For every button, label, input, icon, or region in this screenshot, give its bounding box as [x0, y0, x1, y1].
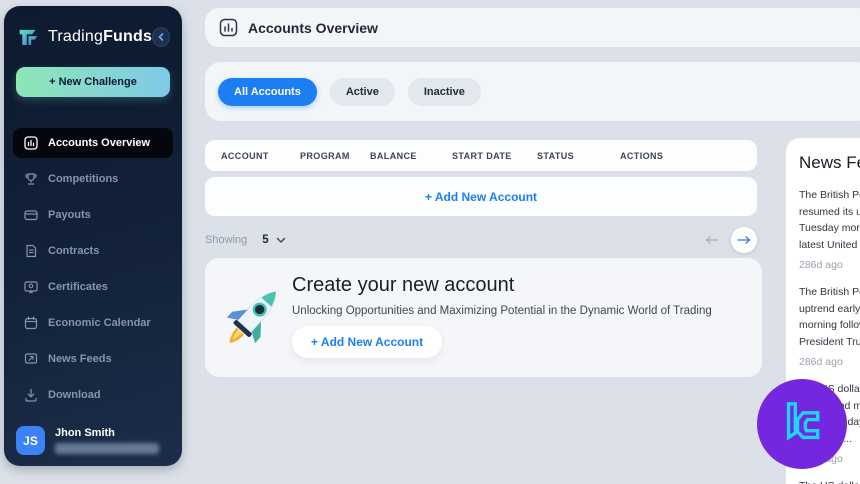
sidebar-item-accounts-overview[interactable]: Accounts Overview [13, 128, 173, 158]
column-start-date: START DATE [452, 151, 537, 161]
tab-all-accounts[interactable]: All Accounts [218, 78, 317, 106]
cta-subtitle: Unlocking Opportunities and Maximizing P… [292, 305, 712, 317]
tab-active[interactable]: Active [330, 78, 395, 106]
accounts-table-header: ACCOUNT PROGRAM BALANCE START DATE STATU… [205, 140, 757, 171]
sidebar-item-label: Accounts Overview [48, 137, 150, 149]
rocket-illustration [222, 279, 284, 355]
page-header: Accounts Overview [205, 8, 860, 47]
app-window: TradingFunds + New Challenge Accounts Ov… [0, 0, 860, 484]
accounts-overview-icon [219, 18, 238, 37]
bar-chart-icon [24, 136, 38, 150]
news-item: The British Pound resumed its uptrend Tu… [799, 187, 860, 271]
sidebar-item-label: Competitions [48, 173, 118, 185]
sidebar-item-competitions[interactable]: Competitions [13, 164, 173, 194]
sidebar-item-label: Download [48, 389, 101, 401]
news-icon [24, 352, 38, 366]
sidebar-item-economic-calendar[interactable]: Economic Calendar [13, 308, 173, 338]
page-size-dropdown[interactable]: 5 [262, 234, 285, 246]
sidebar-item-label: Certificates [48, 281, 108, 293]
column-program: PROGRAM [300, 151, 370, 161]
pagination-bar: Showing 5 [205, 227, 757, 253]
chevron-down-icon [276, 237, 286, 244]
sidebar-item-certificates[interactable]: Certificates [13, 272, 173, 302]
tab-inactive[interactable]: Inactive [408, 78, 481, 106]
news-text-line: latest United States [799, 237, 860, 254]
news-text-line: uptrend early on [799, 301, 860, 318]
account-filter-tabs: All Accounts Active Inactive [205, 62, 860, 121]
news-text-line: President Tru... [799, 334, 860, 351]
brand-name: TradingFunds [48, 28, 152, 46]
news-text-line: Tuesday morning [799, 220, 860, 237]
sidebar-item-payouts[interactable]: Payouts [13, 200, 173, 230]
new-challenge-button[interactable]: + New Challenge [16, 67, 170, 97]
page-size-value: 5 [262, 234, 268, 246]
watermark-logo-badge [757, 379, 847, 469]
arrow-right-icon [737, 235, 751, 245]
page-title: Accounts Overview [248, 20, 378, 36]
calendar-icon [24, 316, 38, 330]
news-timestamp: 286d ago [799, 356, 860, 368]
watermark-glyph-icon [774, 396, 830, 452]
sidebar-item-news-feeds[interactable]: News Feeds [13, 344, 173, 374]
cta-title: Create your new account [292, 274, 514, 297]
tradingfunds-logo-icon [17, 24, 40, 50]
brand-header: TradingFunds [4, 6, 182, 50]
showing-label: Showing [205, 234, 247, 246]
column-account: ACCOUNT [221, 151, 300, 161]
arrow-left-icon [705, 235, 719, 245]
news-text-line: The US dollar weakened [799, 478, 860, 484]
user-email-blurred [55, 443, 159, 454]
sidebar-item-label: News Feeds [48, 353, 112, 365]
news-text-line: The British Pound [799, 284, 860, 301]
news-item: The US dollar weakened against most majo… [799, 478, 860, 484]
document-icon [24, 244, 38, 258]
news-text-line: The British Pound [799, 187, 860, 204]
news-panel-title: News Feeds [799, 153, 860, 173]
user-name: Jhon Smith [55, 427, 159, 439]
sidebar-item-label: Economic Calendar [48, 317, 151, 329]
next-page-button[interactable] [731, 227, 757, 253]
add-new-account-row[interactable]: + Add New Account [205, 177, 757, 216]
add-new-account-button[interactable]: + Add New Account [292, 326, 442, 358]
sidebar-collapse-button[interactable] [152, 27, 170, 47]
sidebar: TradingFunds + New Challenge Accounts Ov… [4, 6, 182, 466]
sidebar-item-label: Payouts [48, 209, 91, 221]
user-avatar: JS [16, 426, 45, 455]
previous-page-button[interactable] [705, 235, 719, 245]
sidebar-item-download[interactable]: Download [13, 380, 173, 410]
user-profile-row[interactable]: JS Jhon Smith [16, 426, 170, 455]
sidebar-nav: Accounts Overview Competitions Payouts [4, 128, 182, 410]
pager [705, 227, 757, 253]
sidebar-item-label: Contracts [48, 245, 99, 257]
wallet-card-icon [24, 208, 38, 222]
news-item: The British Pound uptrend early on morni… [799, 284, 860, 368]
chevron-left-icon [157, 33, 165, 41]
trophy-icon [24, 172, 38, 186]
column-actions: ACTIONS [620, 151, 757, 161]
news-text-line: morning following [799, 317, 860, 334]
column-balance: BALANCE [370, 151, 452, 161]
certificate-icon [24, 280, 38, 294]
news-text-line: resumed its uptrend [799, 204, 860, 221]
news-timestamp: 286d ago [799, 259, 860, 271]
sidebar-item-contracts[interactable]: Contracts [13, 236, 173, 266]
create-account-card: Create your new account Unlocking Opport… [205, 258, 762, 377]
column-status: STATUS [537, 151, 620, 161]
download-icon [24, 388, 38, 402]
